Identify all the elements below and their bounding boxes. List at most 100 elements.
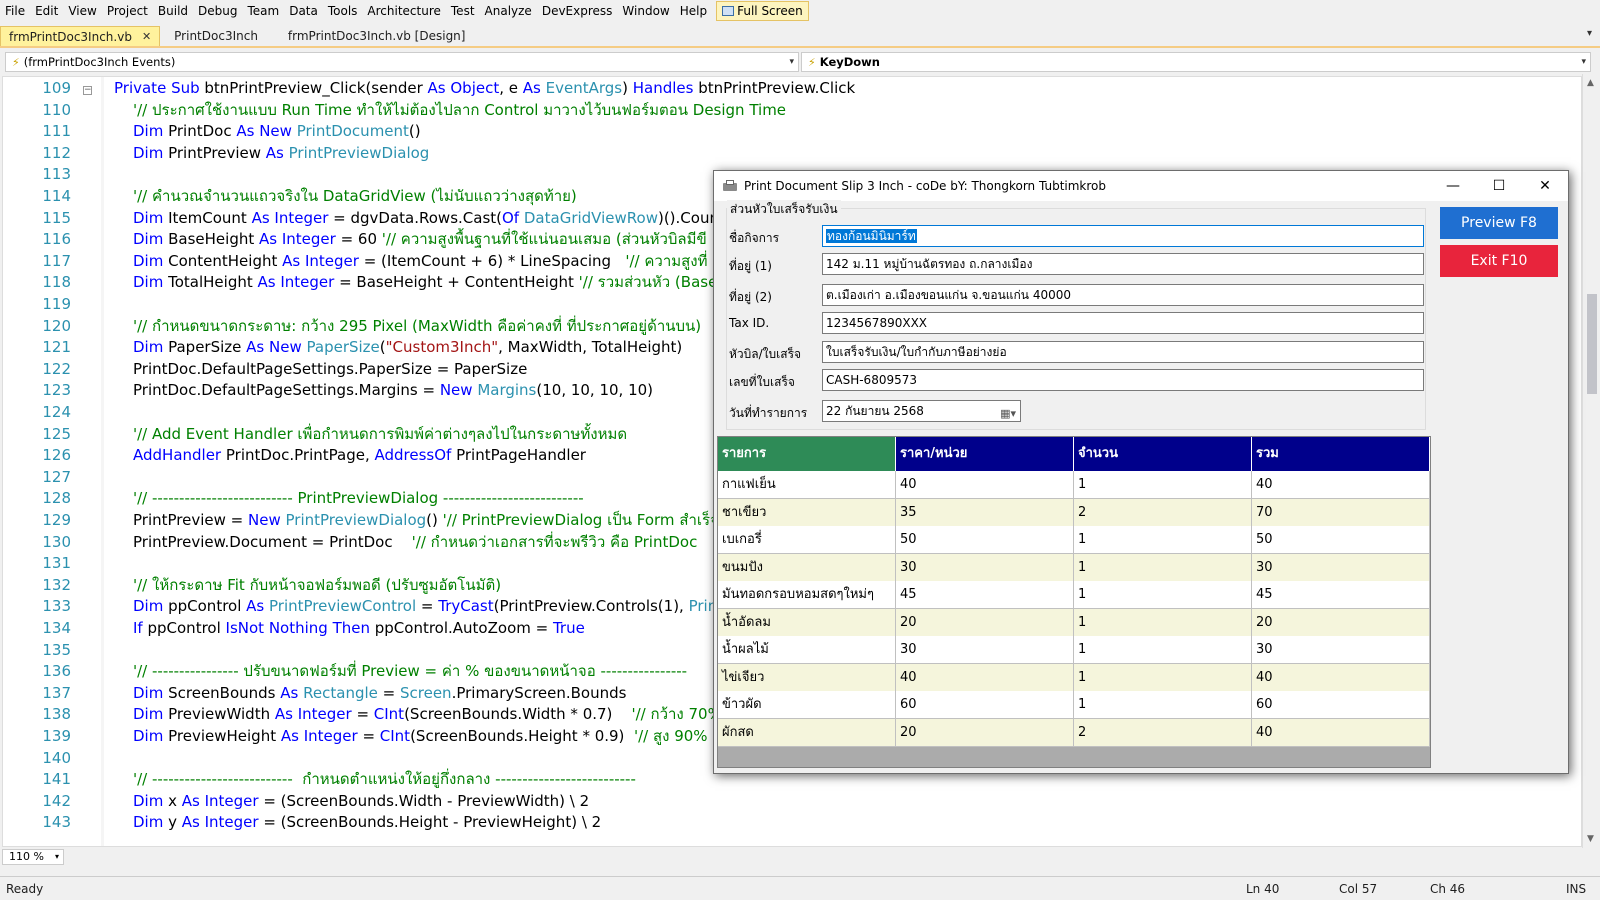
table-cell[interactable]: 2 xyxy=(1074,498,1252,527)
table-cell[interactable]: 20 xyxy=(896,718,1074,747)
table-cell[interactable]: 2 xyxy=(1074,718,1252,747)
collapse-icon[interactable]: − xyxy=(83,86,92,95)
method-dropdown[interactable]: ⚡ KeyDown ▾ xyxy=(801,52,1591,72)
table-cell[interactable]: 20 xyxy=(896,608,1074,637)
table-row[interactable]: น้ำผลไม้ 30 1 30 xyxy=(718,636,1430,664)
table-cell[interactable]: ขนมปัง xyxy=(718,553,896,582)
table-cell[interactable]: 40 xyxy=(896,471,1074,499)
table-row[interactable]: เบเกอรี่ 50 1 50 xyxy=(718,526,1430,554)
menu-team[interactable]: Team xyxy=(242,0,284,22)
table-cell[interactable]: 50 xyxy=(896,526,1074,554)
table-row[interactable]: น้ำอัดลม 20 1 20 xyxy=(718,608,1430,637)
table-cell[interactable]: 1 xyxy=(1074,581,1252,609)
full-screen-button[interactable]: Full Screen xyxy=(716,1,809,21)
menu-tools[interactable]: Tools xyxy=(323,0,363,22)
menu-test[interactable]: Test xyxy=(446,0,480,22)
table-row[interactable]: ขนมปัง 30 1 30 xyxy=(718,553,1430,582)
code-line[interactable]: 109 − Private Sub btnPrintPreview_Click(se… xyxy=(3,77,1563,99)
code-line[interactable]: 110 '// ประกาศใช้งานแบบ Run Time ทำให้ไม่… xyxy=(3,99,1563,121)
table-cell[interactable]: 1 xyxy=(1074,691,1252,719)
table-cell[interactable]: 40 xyxy=(1252,663,1430,692)
table-cell[interactable]: 30 xyxy=(896,553,1074,582)
table-cell[interactable]: 50 xyxy=(1252,526,1430,554)
column-header[interactable]: รายการ xyxy=(718,437,896,471)
table-cell[interactable]: ไข่เจียว xyxy=(718,663,896,692)
menu-architecture[interactable]: Architecture xyxy=(362,0,445,22)
table-cell[interactable]: น้ำผลไม้ xyxy=(718,636,896,664)
table-cell[interactable]: 60 xyxy=(1252,691,1430,719)
scroll-down-icon[interactable]: ▼ xyxy=(1587,834,1594,844)
table-row[interactable]: ชาเขียว 35 2 70 xyxy=(718,498,1430,527)
column-header[interactable]: จำนวน xyxy=(1074,437,1252,471)
field-input[interactable]: 1234567890XXX xyxy=(822,312,1424,334)
table-cell[interactable]: ข้าวผัด xyxy=(718,691,896,719)
code-line[interactable]: 111 Dim PrintDoc As New PrintDocument() xyxy=(3,120,1563,142)
field-input[interactable]: CASH-6809573 xyxy=(822,369,1424,391)
menu-help[interactable]: Help xyxy=(675,0,712,22)
menu-edit[interactable]: Edit xyxy=(30,0,63,22)
table-row[interactable]: มันทอดกรอบหอมสดๆใหม่ๆ 45 1 45 xyxy=(718,581,1430,609)
close-icon[interactable]: ✕ xyxy=(142,27,151,47)
date-picker[interactable]: 22 กันยายน 2568 ▦▾ xyxy=(822,400,1021,422)
table-cell[interactable]: มันทอดกรอบหอมสดๆใหม่ๆ xyxy=(718,581,896,609)
table-cell[interactable]: 1 xyxy=(1074,471,1252,499)
table-cell[interactable]: 40 xyxy=(1252,471,1430,499)
close-button[interactable]: ✕ xyxy=(1522,171,1568,201)
table-cell[interactable]: 45 xyxy=(896,581,1074,609)
table-cell[interactable]: ชาเขียว xyxy=(718,498,896,527)
menu-project[interactable]: Project xyxy=(102,0,153,22)
field-input[interactable]: 142 ม.11 หมู่บ้านฉัตรทอง ถ.กลางเมือง xyxy=(822,253,1424,275)
table-cell[interactable]: 40 xyxy=(896,663,1074,692)
field-input[interactable]: ใบเสร็จรับเงิน/ใบกำกับภาษีอย่างย่อ xyxy=(822,341,1424,363)
table-row[interactable]: ข้าวผัด 60 1 60 xyxy=(718,691,1430,719)
table-cell[interactable]: 1 xyxy=(1074,526,1252,554)
table-cell[interactable]: 30 xyxy=(1252,553,1430,582)
scroll-up-icon[interactable]: ▲ xyxy=(1587,78,1594,88)
column-header[interactable]: ราคา/หน่วย xyxy=(896,437,1074,471)
maximize-button[interactable]: ☐ xyxy=(1476,171,1522,201)
tab-overflow-icon[interactable]: ▾ xyxy=(1587,28,1592,39)
preview-button[interactable]: Preview F8 xyxy=(1440,207,1558,239)
menu-window[interactable]: Window xyxy=(617,0,674,22)
menu-build[interactable]: Build xyxy=(153,0,193,22)
tab-printdoc3inch[interactable]: PrintDoc3Inch xyxy=(166,26,266,46)
table-cell[interactable]: 1 xyxy=(1074,553,1252,582)
table-cell[interactable]: 30 xyxy=(896,636,1074,664)
menu-view[interactable]: View xyxy=(63,0,101,22)
menu-file[interactable]: File xyxy=(0,0,30,22)
tab-design[interactable]: frmPrintDoc3Inch.vb [Design] xyxy=(280,26,474,46)
table-row[interactable]: ผักสด 20 2 40 xyxy=(718,718,1430,747)
window-titlebar[interactable]: Print Document Slip 3 Inch - coDe bY: Th… xyxy=(714,171,1568,201)
calendar-dropdown-icon[interactable]: ▦▾ xyxy=(1000,404,1016,424)
scroll-thumb[interactable] xyxy=(1587,294,1597,394)
table-cell[interactable]: 70 xyxy=(1252,498,1430,527)
table-cell[interactable]: 35 xyxy=(896,498,1074,527)
class-events-dropdown[interactable]: ⚡ (frmPrintDoc3Inch Events) ▾ xyxy=(5,52,799,72)
code-line[interactable]: 142 Dim x As Integer = (ScreenBounds.Widt… xyxy=(3,790,1563,812)
menu-data[interactable]: Data xyxy=(284,0,323,22)
table-cell[interactable]: 1 xyxy=(1074,663,1252,692)
tab-frmprintdoc3inch-vb[interactable]: frmPrintDoc3Inch.vb ✕ xyxy=(0,26,161,47)
column-header[interactable]: รวม xyxy=(1252,437,1430,471)
table-cell[interactable]: 60 xyxy=(896,691,1074,719)
table-row[interactable]: ไข่เจียว 40 1 40 xyxy=(718,663,1430,692)
zoom-dropdown[interactable]: 110 % ▾ xyxy=(2,849,64,865)
table-cell[interactable]: 20 xyxy=(1252,608,1430,637)
menu-debug[interactable]: Debug xyxy=(193,0,242,22)
menu-analyze[interactable]: Analyze xyxy=(480,0,537,22)
table-cell[interactable]: 1 xyxy=(1074,608,1252,637)
table-cell[interactable]: 40 xyxy=(1252,718,1430,747)
table-cell[interactable]: ผักสด xyxy=(718,718,896,747)
field-input[interactable]: ทองก้อนมินิมาร์ท xyxy=(822,225,1424,247)
menu-devexpress[interactable]: DevExpress xyxy=(537,0,618,22)
table-cell[interactable]: 1 xyxy=(1074,636,1252,664)
code-line[interactable]: 112 Dim PrintPreview As PrintPreviewDialo… xyxy=(3,142,1563,164)
table-cell[interactable]: น้ำอัดลม xyxy=(718,608,896,637)
table-cell[interactable]: กาแฟเย็น xyxy=(718,471,896,499)
minimize-button[interactable]: — xyxy=(1430,171,1476,201)
table-cell[interactable]: 45 xyxy=(1252,581,1430,609)
exit-button[interactable]: Exit F10 xyxy=(1440,245,1558,277)
items-datagrid[interactable]: รายการ ราคา/หน่วย จำนวน รวม กาแฟเย็น 40 1 40 ชาเ… xyxy=(717,436,1431,768)
field-input[interactable]: ต.เมืองเก่า อ.เมืองขอนแก่น จ.ขอนแก่น 400… xyxy=(822,284,1424,306)
table-row[interactable]: กาแฟเย็น 40 1 40 xyxy=(718,471,1430,499)
